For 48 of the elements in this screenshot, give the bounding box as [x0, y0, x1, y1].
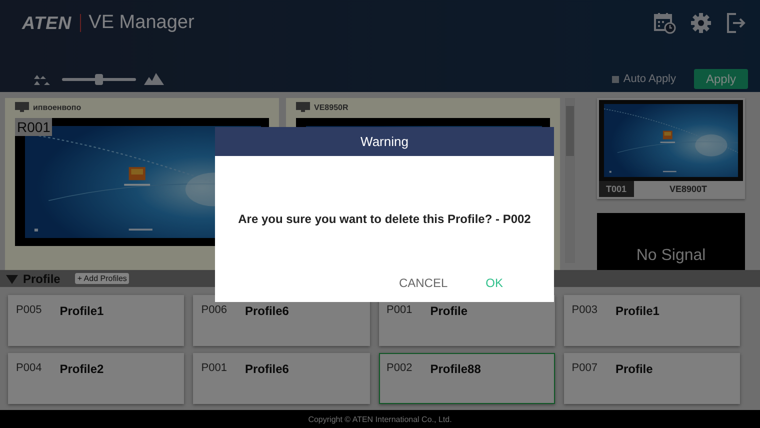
transmitter-card[interactable]: T001 VE8900T [597, 98, 745, 199]
profile-id: P002 [386, 362, 412, 374]
profile-name: Profile6 [244, 362, 289, 376]
profile-card[interactable]: P004 Profile2 [8, 353, 184, 404]
add-profiles-button[interactable]: + Add Profiles [75, 273, 129, 284]
profile-name: Profile6 [244, 304, 289, 318]
app-title: VE Manager [88, 12, 194, 34]
logo: ATEN [22, 12, 72, 34]
transmitter-name: VE8900T [668, 184, 708, 194]
profile-card[interactable]: P001 Profile6 [193, 353, 370, 404]
large-mountains-icon [144, 73, 164, 85]
profile-card[interactable]: P002 Profile88 [378, 353, 555, 404]
transmitter-id: T001 [599, 181, 634, 197]
profile-name: Profile88 [430, 362, 481, 376]
schedule-icon[interactable] [654, 12, 676, 34]
profile-name: Profile1 [60, 304, 104, 318]
profile-name: Profile [430, 304, 468, 318]
profile-name: Profile1 [615, 304, 660, 318]
monitor-icon [15, 102, 29, 112]
dialog-title: Warning [360, 134, 408, 149]
profile-id: P001 [386, 304, 412, 316]
profile-id: P005 [16, 304, 42, 316]
dialog-message: Are you sure you want to delete this Profile? - P002 [238, 212, 531, 226]
copyright-text: Copyright © ATEN International Co., Ltd. [308, 414, 452, 424]
receiver-id: R001 [15, 118, 52, 136]
profile-heading: Profile [23, 272, 60, 286]
scrollbar[interactable] [565, 98, 575, 263]
receiver-name: VE8950R [314, 102, 348, 112]
profile-card[interactable]: P005 Profile1 [8, 295, 184, 346]
profile-id: P007 [572, 362, 598, 374]
profile-name: Profile [615, 362, 653, 376]
no-signal-text: No Signal [636, 247, 706, 265]
auto-apply-label: Auto Apply [623, 73, 676, 85]
caret-icon[interactable] [6, 274, 18, 284]
profile-id: P004 [16, 362, 42, 374]
monitor-icon [296, 102, 310, 112]
profile-name: Profile2 [60, 362, 104, 376]
profile-card[interactable]: P007 Profile [564, 353, 740, 404]
receiver-name: ипвоенвопо [33, 102, 82, 112]
profile-id: P006 [201, 304, 227, 316]
logout-icon[interactable] [726, 12, 746, 34]
profile-id: P001 [201, 362, 227, 374]
profile-card[interactable]: P003 Profile1 [564, 295, 740, 346]
transmitter-card[interactable]: No Signal [597, 213, 745, 270]
auto-apply-checkbox[interactable] [612, 76, 620, 82]
settings-icon[interactable] [690, 12, 712, 34]
cancel-button[interactable]: CANCEL [394, 274, 452, 292]
profile-id: P003 [572, 304, 598, 316]
